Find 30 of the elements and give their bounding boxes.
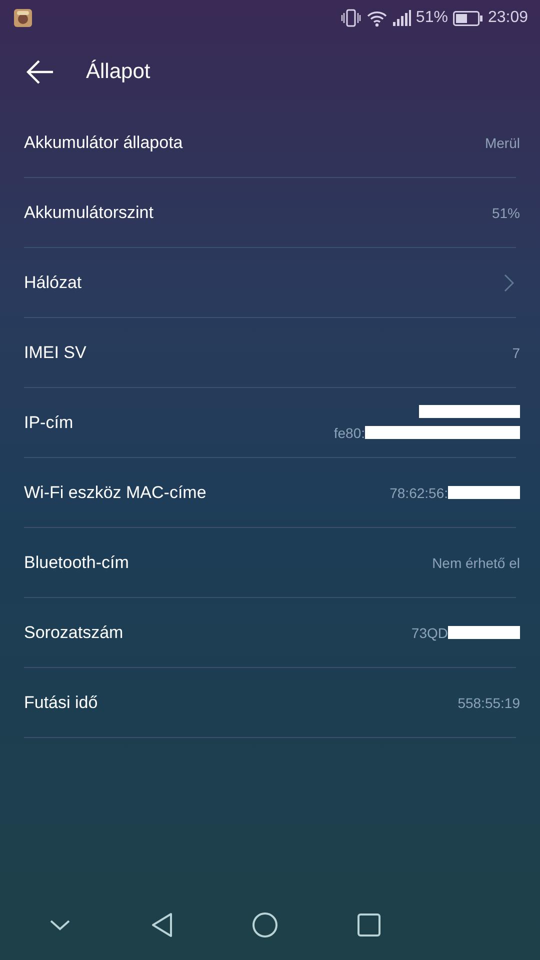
- setting-label: IP-cím: [24, 412, 74, 432]
- setting-value: Merül: [484, 134, 520, 150]
- back-arrow-icon[interactable]: [26, 59, 54, 85]
- home-icon[interactable]: [252, 912, 278, 938]
- setting-label: IMEI SV: [24, 342, 86, 362]
- setting-label: Sorozatszám: [24, 622, 124, 642]
- setting-label: Akkumulátorszint: [24, 202, 154, 222]
- setting-label: Wi-Fi eszköz MAC-címe: [24, 482, 206, 502]
- chevron-right-icon[interactable]: [504, 274, 514, 292]
- setting-value: 7: [512, 344, 520, 360]
- screen-title: Állapot: [86, 60, 150, 84]
- setting-label: Futási idő: [24, 692, 98, 712]
- setting-value: 51%: [492, 204, 520, 220]
- clock-time: 23:09: [488, 9, 528, 27]
- setting-value: 558:55:19: [458, 694, 520, 710]
- battery-icon: [452, 10, 483, 26]
- wifi-icon: [366, 9, 388, 27]
- collapse-icon[interactable]: [49, 918, 72, 932]
- setting-label: Akkumulátor állapota: [24, 132, 183, 152]
- setting-value: 73QD: [411, 624, 448, 640]
- setting-value: Nem érhető el: [432, 554, 520, 570]
- recents-icon[interactable]: [356, 913, 381, 937]
- vibrate-icon: [340, 9, 361, 27]
- setting-label[interactable]: Hálózat: [24, 272, 82, 292]
- setting-value: 78:62:56:: [390, 484, 448, 500]
- back-icon[interactable]: [150, 912, 174, 938]
- setting-label: Bluetooth-cím: [24, 552, 129, 572]
- signal-icon: [392, 10, 411, 26]
- setting-value: fe80:: [334, 424, 365, 440]
- battery-percentage: 51%: [416, 9, 448, 27]
